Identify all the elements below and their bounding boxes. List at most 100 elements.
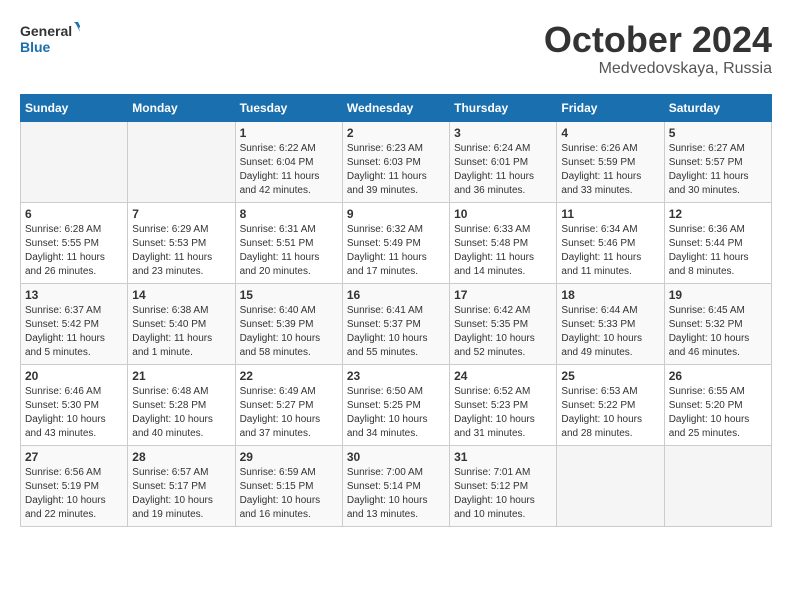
daylight: Daylight: 11 hours and 36 minutes. (454, 171, 534, 196)
sunset: Sunset: 5:22 PM (561, 400, 635, 411)
day-number: 24 (454, 369, 552, 383)
sunrise: Sunrise: 6:45 AM (669, 305, 745, 316)
sunrise: Sunrise: 6:36 AM (669, 224, 745, 235)
daylight: Daylight: 10 hours and 37 minutes. (240, 414, 321, 439)
calendar-cell: 19 Sunrise: 6:45 AM Sunset: 5:32 PM Dayl… (664, 283, 771, 364)
day-number: 19 (669, 288, 767, 302)
day-info: Sunrise: 6:49 AM Sunset: 5:27 PM Dayligh… (240, 385, 338, 441)
sunset: Sunset: 5:20 PM (669, 400, 743, 411)
daylight: Daylight: 11 hours and 39 minutes. (347, 171, 427, 196)
calendar-week-row: 6 Sunrise: 6:28 AM Sunset: 5:55 PM Dayli… (21, 202, 772, 283)
daylight: Daylight: 10 hours and 46 minutes. (669, 333, 750, 358)
daylight: Daylight: 11 hours and 11 minutes. (561, 252, 641, 277)
calendar-cell: 17 Sunrise: 6:42 AM Sunset: 5:35 PM Dayl… (450, 283, 557, 364)
logo: General Blue (20, 20, 80, 60)
sunset: Sunset: 6:03 PM (347, 157, 421, 168)
daylight: Daylight: 10 hours and 25 minutes. (669, 414, 750, 439)
calendar-cell: 23 Sunrise: 6:50 AM Sunset: 5:25 PM Dayl… (342, 364, 449, 445)
daylight: Daylight: 10 hours and 40 minutes. (132, 414, 213, 439)
day-number: 11 (561, 207, 659, 221)
sunset: Sunset: 5:33 PM (561, 319, 635, 330)
sunset: Sunset: 5:51 PM (240, 238, 314, 249)
sunset: Sunset: 5:19 PM (25, 481, 99, 492)
daylight: Daylight: 11 hours and 17 minutes. (347, 252, 427, 277)
sunrise: Sunrise: 6:22 AM (240, 143, 316, 154)
day-info: Sunrise: 6:56 AM Sunset: 5:19 PM Dayligh… (25, 466, 123, 522)
sunset: Sunset: 5:37 PM (347, 319, 421, 330)
daylight: Daylight: 11 hours and 8 minutes. (669, 252, 749, 277)
sunrise: Sunrise: 6:29 AM (132, 224, 208, 235)
day-info: Sunrise: 6:29 AM Sunset: 5:53 PM Dayligh… (132, 223, 230, 279)
sunrise: Sunrise: 6:26 AM (561, 143, 637, 154)
day-number: 21 (132, 369, 230, 383)
day-number: 17 (454, 288, 552, 302)
sunset: Sunset: 5:49 PM (347, 238, 421, 249)
day-info: Sunrise: 6:46 AM Sunset: 5:30 PM Dayligh… (25, 385, 123, 441)
daylight: Daylight: 10 hours and 52 minutes. (454, 333, 535, 358)
sunset: Sunset: 5:17 PM (132, 481, 206, 492)
sunset: Sunset: 5:15 PM (240, 481, 314, 492)
calendar-cell (557, 445, 664, 526)
daylight: Daylight: 10 hours and 43 minutes. (25, 414, 106, 439)
daylight: Daylight: 11 hours and 30 minutes. (669, 171, 749, 196)
day-info: Sunrise: 6:40 AM Sunset: 5:39 PM Dayligh… (240, 304, 338, 360)
day-number: 29 (240, 450, 338, 464)
sunset: Sunset: 5:42 PM (25, 319, 99, 330)
sunrise: Sunrise: 6:23 AM (347, 143, 423, 154)
calendar-cell: 20 Sunrise: 6:46 AM Sunset: 5:30 PM Dayl… (21, 364, 128, 445)
daylight: Daylight: 10 hours and 34 minutes. (347, 414, 428, 439)
day-info: Sunrise: 6:53 AM Sunset: 5:22 PM Dayligh… (561, 385, 659, 441)
sunrise: Sunrise: 7:00 AM (347, 467, 423, 478)
sunrise: Sunrise: 6:27 AM (669, 143, 745, 154)
day-number: 2 (347, 126, 445, 140)
day-info: Sunrise: 6:42 AM Sunset: 5:35 PM Dayligh… (454, 304, 552, 360)
sunset: Sunset: 5:14 PM (347, 481, 421, 492)
sunrise: Sunrise: 6:50 AM (347, 386, 423, 397)
day-number: 10 (454, 207, 552, 221)
day-number: 9 (347, 207, 445, 221)
day-info: Sunrise: 6:36 AM Sunset: 5:44 PM Dayligh… (669, 223, 767, 279)
weekday-header: Monday (128, 94, 235, 121)
calendar-cell: 12 Sunrise: 6:36 AM Sunset: 5:44 PM Dayl… (664, 202, 771, 283)
title-block: October 2024 Medvedovskaya, Russia (544, 20, 772, 78)
day-number: 22 (240, 369, 338, 383)
day-number: 30 (347, 450, 445, 464)
daylight: Daylight: 10 hours and 22 minutes. (25, 495, 106, 520)
sunset: Sunset: 5:44 PM (669, 238, 743, 249)
sunset: Sunset: 5:46 PM (561, 238, 635, 249)
sunrise: Sunrise: 6:57 AM (132, 467, 208, 478)
calendar-cell: 29 Sunrise: 6:59 AM Sunset: 5:15 PM Dayl… (235, 445, 342, 526)
calendar-week-row: 27 Sunrise: 6:56 AM Sunset: 5:19 PM Dayl… (21, 445, 772, 526)
daylight: Daylight: 11 hours and 5 minutes. (25, 333, 105, 358)
sunrise: Sunrise: 6:59 AM (240, 467, 316, 478)
day-number: 6 (25, 207, 123, 221)
sunrise: Sunrise: 6:31 AM (240, 224, 316, 235)
day-info: Sunrise: 6:55 AM Sunset: 5:20 PM Dayligh… (669, 385, 767, 441)
calendar-week-row: 1 Sunrise: 6:22 AM Sunset: 6:04 PM Dayli… (21, 121, 772, 202)
calendar-cell: 2 Sunrise: 6:23 AM Sunset: 6:03 PM Dayli… (342, 121, 449, 202)
calendar-cell: 7 Sunrise: 6:29 AM Sunset: 5:53 PM Dayli… (128, 202, 235, 283)
sunset: Sunset: 6:04 PM (240, 157, 314, 168)
calendar-cell: 15 Sunrise: 6:40 AM Sunset: 5:39 PM Dayl… (235, 283, 342, 364)
sunset: Sunset: 5:39 PM (240, 319, 314, 330)
day-info: Sunrise: 6:26 AM Sunset: 5:59 PM Dayligh… (561, 142, 659, 198)
sunrise: Sunrise: 6:32 AM (347, 224, 423, 235)
calendar-cell: 9 Sunrise: 6:32 AM Sunset: 5:49 PM Dayli… (342, 202, 449, 283)
day-number: 5 (669, 126, 767, 140)
day-info: Sunrise: 6:52 AM Sunset: 5:23 PM Dayligh… (454, 385, 552, 441)
day-number: 23 (347, 369, 445, 383)
sunrise: Sunrise: 7:01 AM (454, 467, 530, 478)
sunrise: Sunrise: 6:49 AM (240, 386, 316, 397)
day-number: 3 (454, 126, 552, 140)
weekday-header: Saturday (664, 94, 771, 121)
calendar-cell: 24 Sunrise: 6:52 AM Sunset: 5:23 PM Dayl… (450, 364, 557, 445)
sunrise: Sunrise: 6:48 AM (132, 386, 208, 397)
day-number: 18 (561, 288, 659, 302)
page-header: General Blue October 2024 Medvedovskaya,… (20, 20, 772, 78)
day-number: 8 (240, 207, 338, 221)
sunset: Sunset: 5:27 PM (240, 400, 314, 411)
sunrise: Sunrise: 6:34 AM (561, 224, 637, 235)
day-info: Sunrise: 6:24 AM Sunset: 6:01 PM Dayligh… (454, 142, 552, 198)
day-info: Sunrise: 6:31 AM Sunset: 5:51 PM Dayligh… (240, 223, 338, 279)
calendar-cell: 28 Sunrise: 6:57 AM Sunset: 5:17 PM Dayl… (128, 445, 235, 526)
